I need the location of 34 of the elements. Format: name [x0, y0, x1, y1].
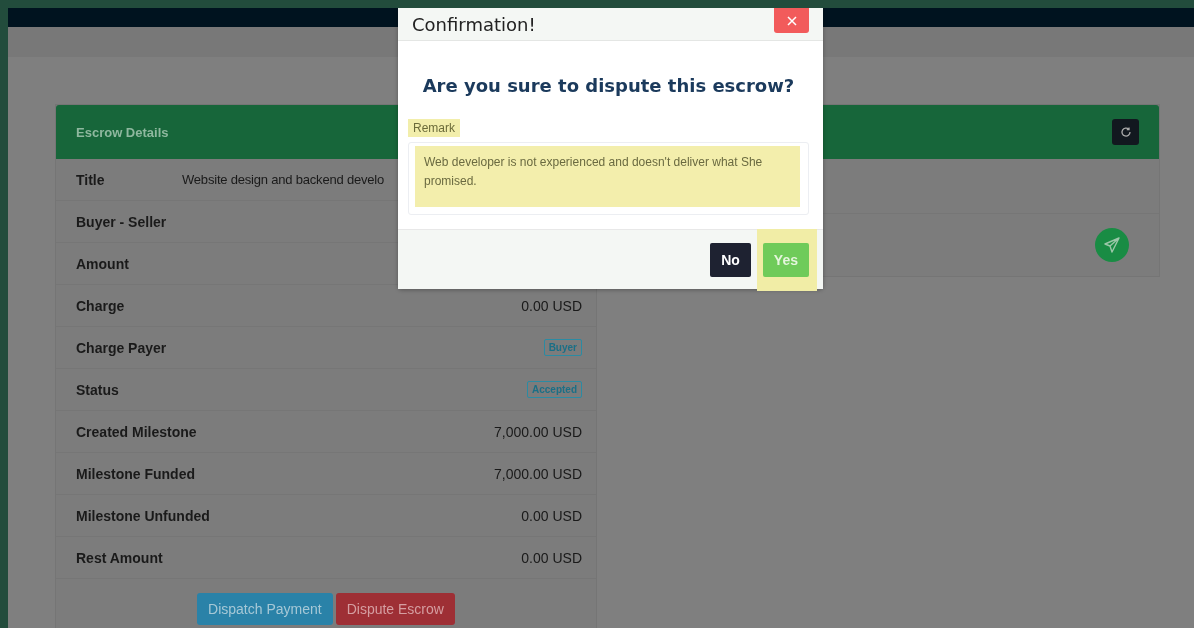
close-icon [786, 15, 797, 26]
paper-plane-icon [1103, 236, 1121, 254]
refresh-icon [1119, 126, 1132, 138]
remark-label: Remark [408, 119, 460, 137]
no-button[interactable]: No [710, 242, 751, 277]
row-label: Amount [76, 255, 130, 272]
row-value: 7,000.00 USD [494, 423, 582, 440]
row-value: 0.00 USD [521, 297, 582, 314]
yes-button[interactable]: Yes [762, 242, 809, 277]
dispute-escrow-button[interactable]: Dispute Escrow [335, 593, 455, 625]
row-label: Status [76, 381, 120, 398]
row-value: 0.00 USD [521, 549, 582, 566]
row-label: Rest Amount [76, 549, 164, 566]
row-value: 7,000.00 USD [494, 465, 582, 482]
row-label: Milestone Funded [76, 465, 195, 482]
dialog-question: Are you sure to dispute this escrow? [421, 75, 796, 96]
refresh-button[interactable] [1112, 119, 1139, 145]
row-label: Milestone Unfunded [76, 507, 210, 524]
dialog-title: Confirmation! [412, 13, 536, 35]
close-button[interactable] [774, 8, 809, 33]
row-label: Charge Payer [76, 339, 168, 356]
status-badge: Buyer [543, 339, 582, 356]
row-value: 0.00 USD [521, 507, 582, 524]
dispatch-payment-button[interactable]: Dispatch Payment [197, 593, 333, 625]
row-label: Title [76, 171, 106, 188]
remark-text: Web developer is not experienced and doesn't deliver what She promised. [415, 146, 800, 207]
row-label: Buyer - Seller [76, 213, 168, 230]
send-button[interactable] [1095, 228, 1129, 262]
remark-field[interactable]: Web developer is not experienced and doesn't deliver what She promised. [408, 142, 809, 215]
status-badge: Accepted [527, 381, 582, 398]
row-label: Charge [76, 297, 126, 314]
row-label: Created Milestone [76, 423, 197, 440]
card-title: Escrow Details [76, 124, 169, 140]
row-value: Website design and backend develo [182, 172, 385, 187]
